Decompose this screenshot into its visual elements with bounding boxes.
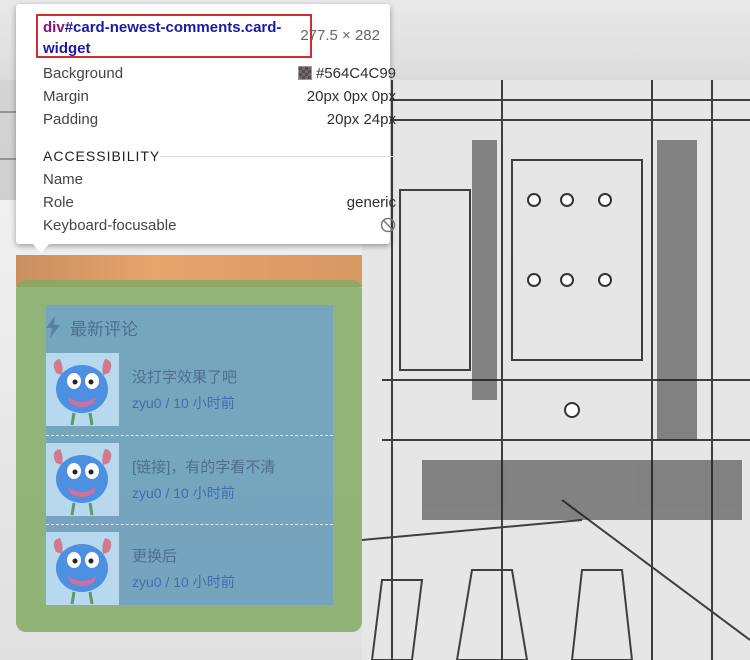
element-tag: div <box>43 19 65 36</box>
a11y-keyboard-focusable: Keyboard-focusable <box>43 214 396 236</box>
comment-author: zyu0 <box>132 485 162 501</box>
devtools-inspect-tooltip: div#card-newest-comments.card-widget 277… <box>16 4 396 244</box>
prop-background: Background #564C4C99 <box>43 62 396 84</box>
element-id-class: #card-newest-comments.card-widget <box>43 19 282 57</box>
comment-divider <box>46 435 333 436</box>
background-scaffold-image <box>362 80 750 660</box>
prop-value: generic <box>346 193 396 211</box>
bolt-icon <box>46 316 60 338</box>
prop-label: Padding <box>43 110 99 128</box>
comment-author: zyu0 <box>132 574 162 590</box>
prop-label: Background <box>43 64 124 82</box>
avatar[interactable] <box>46 443 119 516</box>
comment-meta: zyu0 / 10 小时前 <box>132 393 235 413</box>
comment-text[interactable]: 更换后 <box>132 545 177 566</box>
comment-item[interactable]: 没打字效果了吧 zyu0 / 10 小时前 <box>46 353 333 427</box>
comment-meta: zyu0 / 10 小时前 <box>132 483 235 503</box>
prop-value: #564C4C99 <box>315 64 396 82</box>
comment-time: 10 小时前 <box>173 485 235 501</box>
comment-author: zyu0 <box>132 395 162 411</box>
tooltip-arrow <box>32 243 50 253</box>
comment-time: 10 小时前 <box>173 395 235 411</box>
prop-label: Keyboard-focusable <box>43 216 177 234</box>
color-swatch <box>297 66 312 80</box>
element-dimensions: 277.5 × 282 <box>300 27 380 44</box>
prop-label: Role <box>43 193 74 211</box>
avatar[interactable] <box>46 353 119 426</box>
prop-label: Name <box>43 170 84 188</box>
comment-meta: zyu0 / 10 小时前 <box>132 572 235 592</box>
avatar[interactable] <box>46 532 119 605</box>
accessibility-heading: ACCESSIBILITY <box>43 148 161 164</box>
card-header: 最新评论 <box>46 312 138 342</box>
not-allowed-icon <box>380 217 396 233</box>
comment-text[interactable]: 没打字效果了吧 <box>132 366 237 387</box>
comment-text[interactable]: [链接]，有的字看不清 <box>132 456 275 477</box>
prop-label: Margin <box>43 87 89 105</box>
prop-value: 20px 24px <box>326 110 396 128</box>
comment-time: 10 小时前 <box>173 574 235 590</box>
comment-item[interactable]: 更换后 zyu0 / 10 小时前 <box>46 532 333 606</box>
prop-padding: Padding 20px 24px <box>43 108 396 130</box>
a11y-name: Name <box>43 168 396 190</box>
prop-value-wrap: #564C4C99 <box>297 64 396 82</box>
card-title: 最新评论 <box>70 319 138 339</box>
prop-margin: Margin 20px 0px 0px <box>43 85 396 107</box>
prop-value: 20px 0px 0px <box>306 87 396 105</box>
element-selector: div#card-newest-comments.card-widget <box>43 17 305 59</box>
comment-divider <box>46 524 333 525</box>
a11y-role: Role generic <box>43 191 396 213</box>
comment-item[interactable]: [链接]，有的字看不清 zyu0 / 10 小时前 <box>46 443 333 517</box>
section-divider <box>160 156 396 157</box>
